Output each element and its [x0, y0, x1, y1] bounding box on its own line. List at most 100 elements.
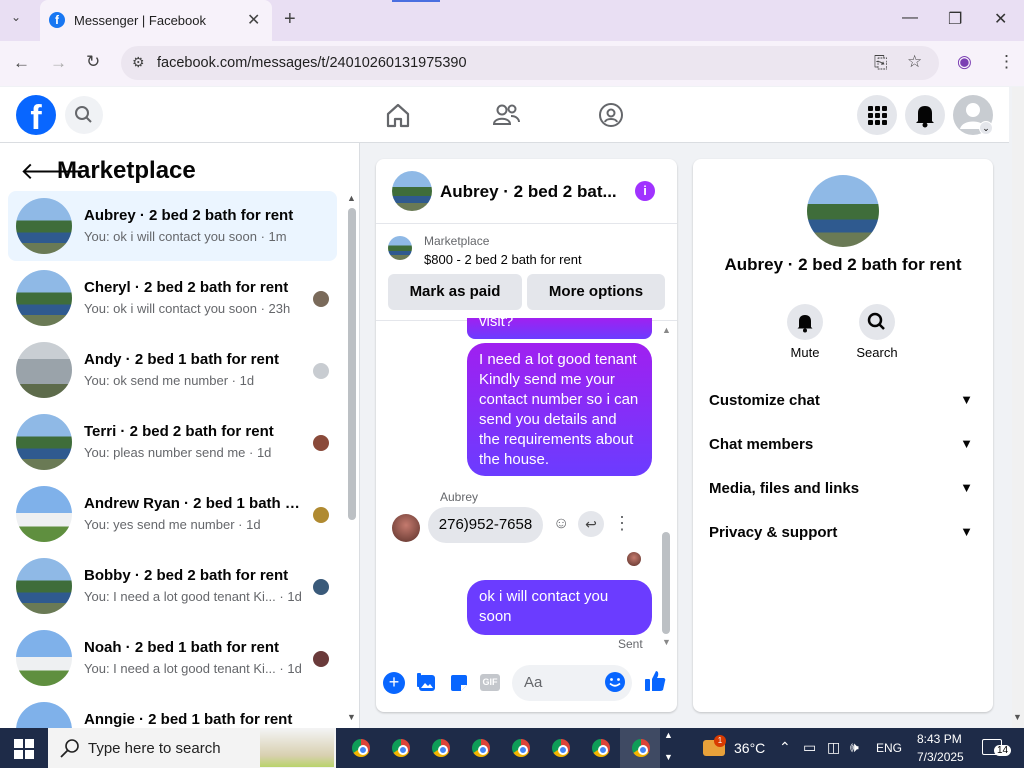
react-emoji-icon[interactable]: ☺ — [553, 515, 569, 533]
marketplace-label: Marketplace — [424, 234, 490, 248]
browser-menu-icon[interactable]: ⋮ — [998, 52, 1015, 72]
search-in-chat-button[interactable] — [859, 304, 895, 340]
conversation-item[interactable]: Cheryl · 2 bed 2 bath for rent You: ok i… — [8, 263, 337, 333]
message-bubble-partial: visit? — [467, 318, 652, 339]
site-info-icon[interactable]: ⚙ — [132, 54, 145, 71]
conversation-preview: You: ok i will contact you soon · 23h — [84, 301, 291, 316]
gif-icon[interactable]: GIF — [480, 674, 500, 691]
profile-icon[interactable]: ◉ — [957, 52, 972, 72]
seen-avatar — [313, 507, 329, 523]
back-icon[interactable]: ← — [13, 53, 30, 73]
tab-close-icon[interactable]: ✕ — [247, 10, 260, 30]
chat-scroll-up-icon[interactable]: ▲ — [662, 325, 671, 335]
chrome-taskbar-icon[interactable] — [427, 734, 455, 762]
bookmark-star-icon[interactable]: ☆ — [907, 52, 922, 72]
conversation-item[interactable]: Noah · 2 bed 1 bath for rent You: I need… — [8, 623, 337, 693]
chrome-taskbar-icon[interactable] — [347, 734, 375, 762]
window-close-icon[interactable]: ✕ — [994, 9, 1007, 29]
media-files-links-section[interactable]: Media, files and links ▼ — [709, 480, 979, 497]
chrome-taskbar-icon[interactable] — [587, 734, 615, 762]
chrome-taskbar-icon[interactable] — [467, 734, 495, 762]
tab-search-chevron-icon[interactable]: ⌄ — [11, 10, 21, 24]
clock-date[interactable]: 7/3/2025 — [917, 750, 964, 764]
list-scrollbar[interactable] — [348, 208, 356, 520]
scroll-down-icon[interactable]: ▼ — [347, 712, 356, 722]
mute-button[interactable] — [787, 304, 823, 340]
chat-title[interactable]: Aubrey · 2 bed 2 bat... — [440, 182, 620, 202]
sticker-icon[interactable] — [448, 672, 470, 694]
mark-as-paid-button[interactable]: Mark as paid — [388, 274, 522, 310]
chat-scrollbar[interactable] — [662, 532, 670, 634]
forward-icon[interactable]: → — [50, 53, 67, 73]
taskbar-scroll-up-icon[interactable]: ▲ — [664, 730, 673, 740]
conversation-item[interactable]: Terri · 2 bed 2 bath for rent You: pleas… — [8, 407, 337, 477]
chrome-taskbar-icon[interactable] — [507, 734, 535, 762]
chat-scroll-down-icon[interactable]: ▼ — [662, 637, 671, 647]
groups-icon[interactable] — [598, 102, 624, 128]
language-indicator[interactable]: ENG — [876, 741, 902, 755]
tab-accent-bar — [392, 0, 440, 2]
seen-avatar — [313, 579, 329, 595]
emoji-icon[interactable] — [604, 671, 626, 693]
bell-icon — [797, 315, 813, 333]
chrome-taskbar-icon[interactable] — [387, 734, 415, 762]
more-options-button[interactable]: More options — [527, 274, 665, 310]
volume-icon[interactable]: 🕪 — [850, 739, 859, 756]
show-hidden-icons-icon[interactable]: ⌃ — [779, 739, 791, 756]
conversation-item[interactable]: Andy · 2 bed 1 bath for rent You: ok sen… — [8, 335, 337, 405]
facebook-logo-icon[interactable]: f — [16, 95, 56, 135]
message-bubble-incoming[interactable]: 276)952-7658 — [428, 507, 543, 543]
page-scroll-down-icon[interactable]: ▼ — [1013, 712, 1022, 722]
conversation-avatar — [16, 270, 72, 326]
chrome-taskbar-icon-active[interactable] — [627, 734, 655, 762]
customize-chat-section[interactable]: Customize chat ▼ — [709, 392, 979, 409]
message-bubble-outgoing[interactable]: ok i will contact you soon — [467, 580, 652, 635]
like-thumb-icon[interactable] — [643, 669, 667, 693]
conversation-item[interactable]: Aubrey · 2 bed 2 bath for rent You: ok i… — [8, 191, 337, 261]
privacy-support-section[interactable]: Privacy & support ▼ — [709, 524, 979, 541]
network-icon[interactable]: ▭ — [803, 739, 816, 756]
chat-members-section[interactable]: Chat members ▼ — [709, 436, 979, 453]
chrome-taskbar-icon[interactable] — [547, 734, 575, 762]
url-text[interactable]: facebook.com/messages/t/2401026013197539… — [157, 55, 467, 71]
reload-icon[interactable]: ↻ — [86, 52, 100, 72]
new-tab-icon[interactable]: + — [284, 8, 296, 31]
temperature[interactable]: 36°C — [734, 740, 765, 756]
taskbar-scroll-down-icon[interactable]: ▼ — [664, 752, 673, 762]
menu-button[interactable] — [857, 95, 897, 135]
more-actions-icon[interactable]: ⋮ — [613, 513, 631, 534]
friends-icon[interactable] — [492, 102, 520, 128]
reply-icon[interactable]: ↩ — [578, 511, 604, 537]
conversation-avatar — [16, 198, 72, 254]
clock-time[interactable]: 8:43 PM — [917, 732, 962, 746]
tab-title: Messenger | Facebook — [74, 13, 206, 28]
taskbar-search-placeholder: Type here to search — [88, 740, 221, 757]
minimize-icon[interactable]: — — [902, 9, 918, 27]
conversation-item[interactable]: Bobby · 2 bed 2 bath for rent You: I nee… — [8, 551, 337, 621]
scroll-up-icon[interactable]: ▲ — [347, 193, 356, 203]
photo-icon[interactable] — [416, 672, 438, 694]
message-bubble-outgoing[interactable]: I need a lot good tenant Kindly send me … — [467, 343, 652, 476]
info-icon[interactable]: i — [635, 181, 655, 201]
home-icon[interactable] — [385, 102, 411, 128]
conversation-item[interactable]: Andrew Ryan · 2 bed 1 bath fo... You: ye… — [8, 479, 337, 549]
chat-avatar[interactable] — [392, 171, 432, 211]
page-scrollbar[interactable] — [1012, 87, 1024, 728]
notifications-button[interactable] — [905, 95, 945, 135]
install-app-icon[interactable]: ⎘ — [874, 53, 888, 73]
notification-count: 14 — [994, 745, 1012, 756]
add-attachment-icon[interactable]: + — [383, 672, 405, 694]
sender-avatar[interactable] — [392, 514, 420, 542]
account-chevron-icon[interactable]: ⌄ — [979, 121, 993, 135]
conversation-name: Cheryl · 2 bed 2 bath for rent — [84, 279, 289, 296]
maximize-icon[interactable]: ❐ — [948, 9, 962, 29]
listing-title[interactable]: $800 - 2 bed 2 bath for rent — [424, 252, 582, 267]
meet-now-icon[interactable]: ◫ — [827, 739, 840, 756]
listing-thumbnail[interactable] — [388, 236, 412, 260]
chat-info-avatar[interactable] — [807, 175, 879, 247]
conversation-item-partial[interactable]: Anngie · 2 bed 1 bath for rent — [8, 695, 348, 728]
facebook-search-button[interactable] — [65, 96, 103, 134]
bell-icon — [916, 106, 934, 128]
windows-start-icon[interactable] — [14, 739, 34, 759]
weather-badge: 1 — [714, 735, 726, 747]
